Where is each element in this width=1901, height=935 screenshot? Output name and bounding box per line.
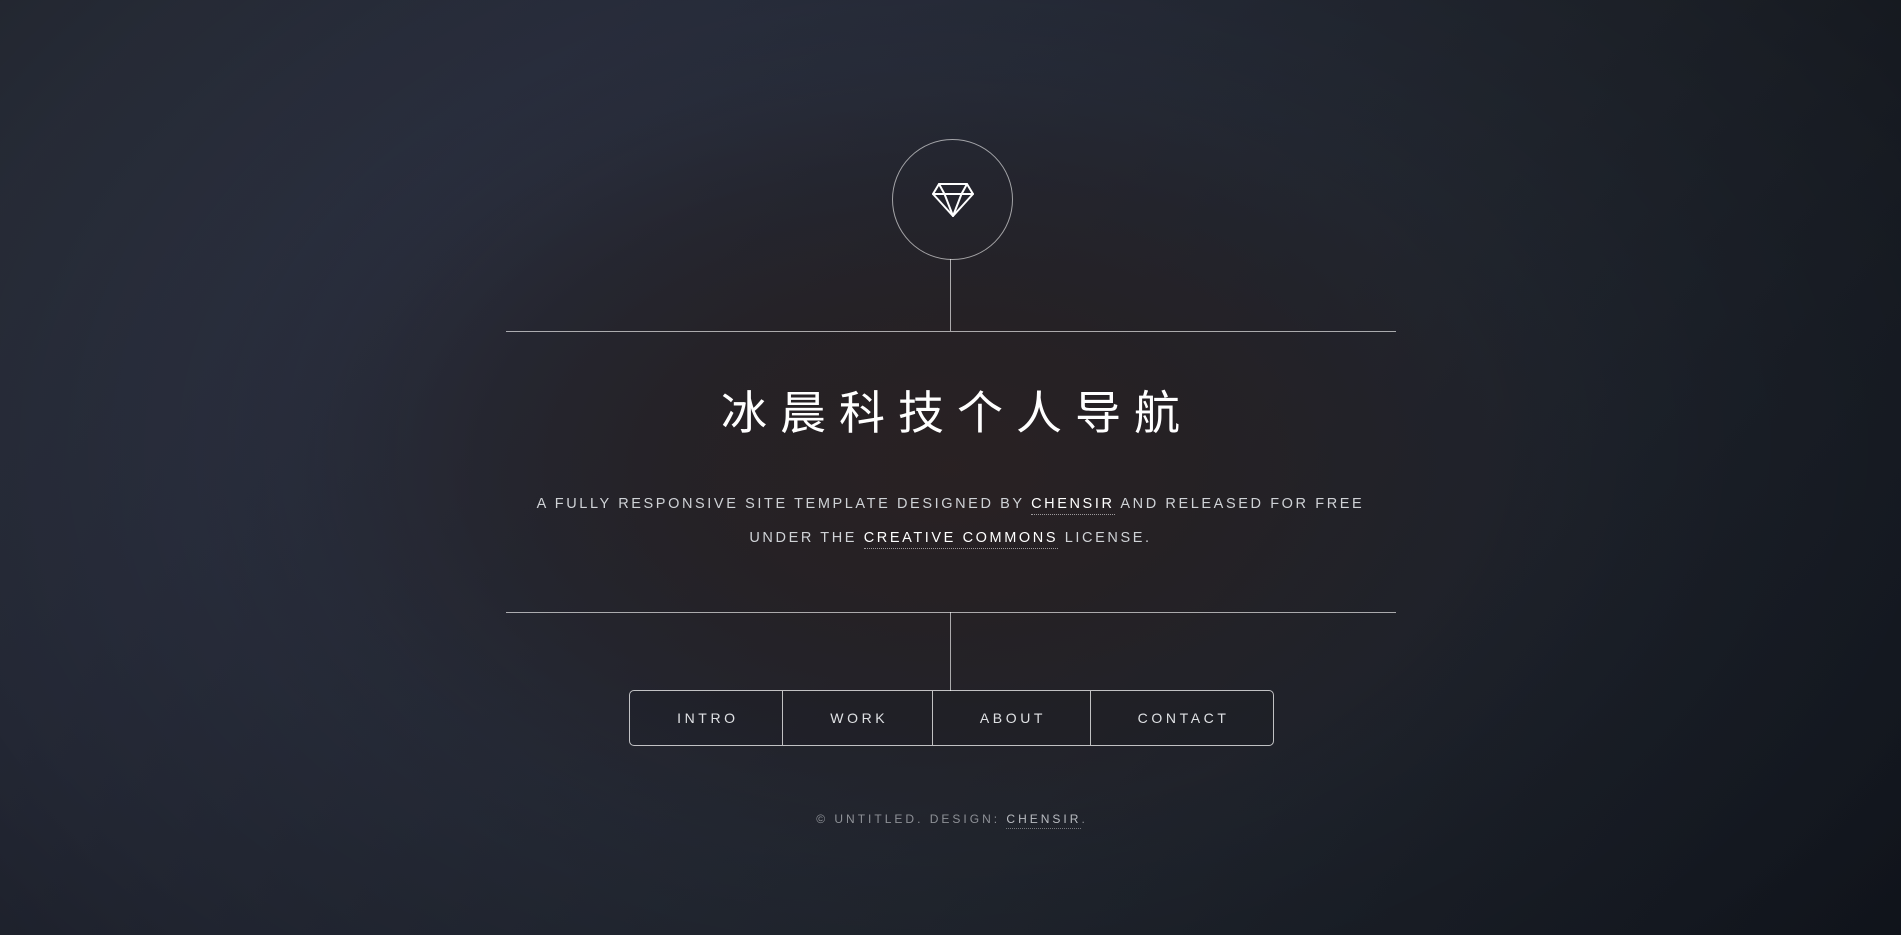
footer-chensir-link[interactable]: Chensir	[1006, 812, 1082, 829]
chensir-link[interactable]: Chensir	[1031, 496, 1115, 515]
footer-suffix: .	[1081, 812, 1088, 826]
nav-connector-line	[950, 612, 951, 691]
page-title: 冰晨科技个人导航	[721, 388, 1193, 439]
nav-item-contact[interactable]: Contact	[1090, 691, 1273, 745]
hero-subtitle: A fully responsive site template designe…	[521, 487, 1381, 555]
nav-item-intro[interactable]: Intro	[630, 691, 784, 745]
diamond-icon	[931, 180, 975, 220]
nav-item-about[interactable]: About	[932, 691, 1091, 745]
subtitle-text-1: A fully responsive site template designe…	[536, 496, 1032, 512]
footer-copyright-text: © Untitled. Design:	[816, 812, 1007, 826]
nav-item-work[interactable]: Work	[783, 691, 933, 745]
subtitle-text-3: license.	[1058, 530, 1152, 546]
main-nav: Intro Work About Contact	[629, 690, 1274, 746]
hero-stage: 冰晨科技个人导航 A fully responsive site templat…	[0, 0, 1901, 935]
logo-circle[interactable]	[892, 139, 1013, 260]
divider-bottom	[506, 612, 1396, 613]
creative-commons-link[interactable]: Creative Commons	[863, 530, 1059, 549]
divider-top	[506, 331, 1396, 332]
footer: © Untitled. Design: Chensir.	[0, 812, 1901, 829]
logo-connector-line	[950, 259, 951, 331]
